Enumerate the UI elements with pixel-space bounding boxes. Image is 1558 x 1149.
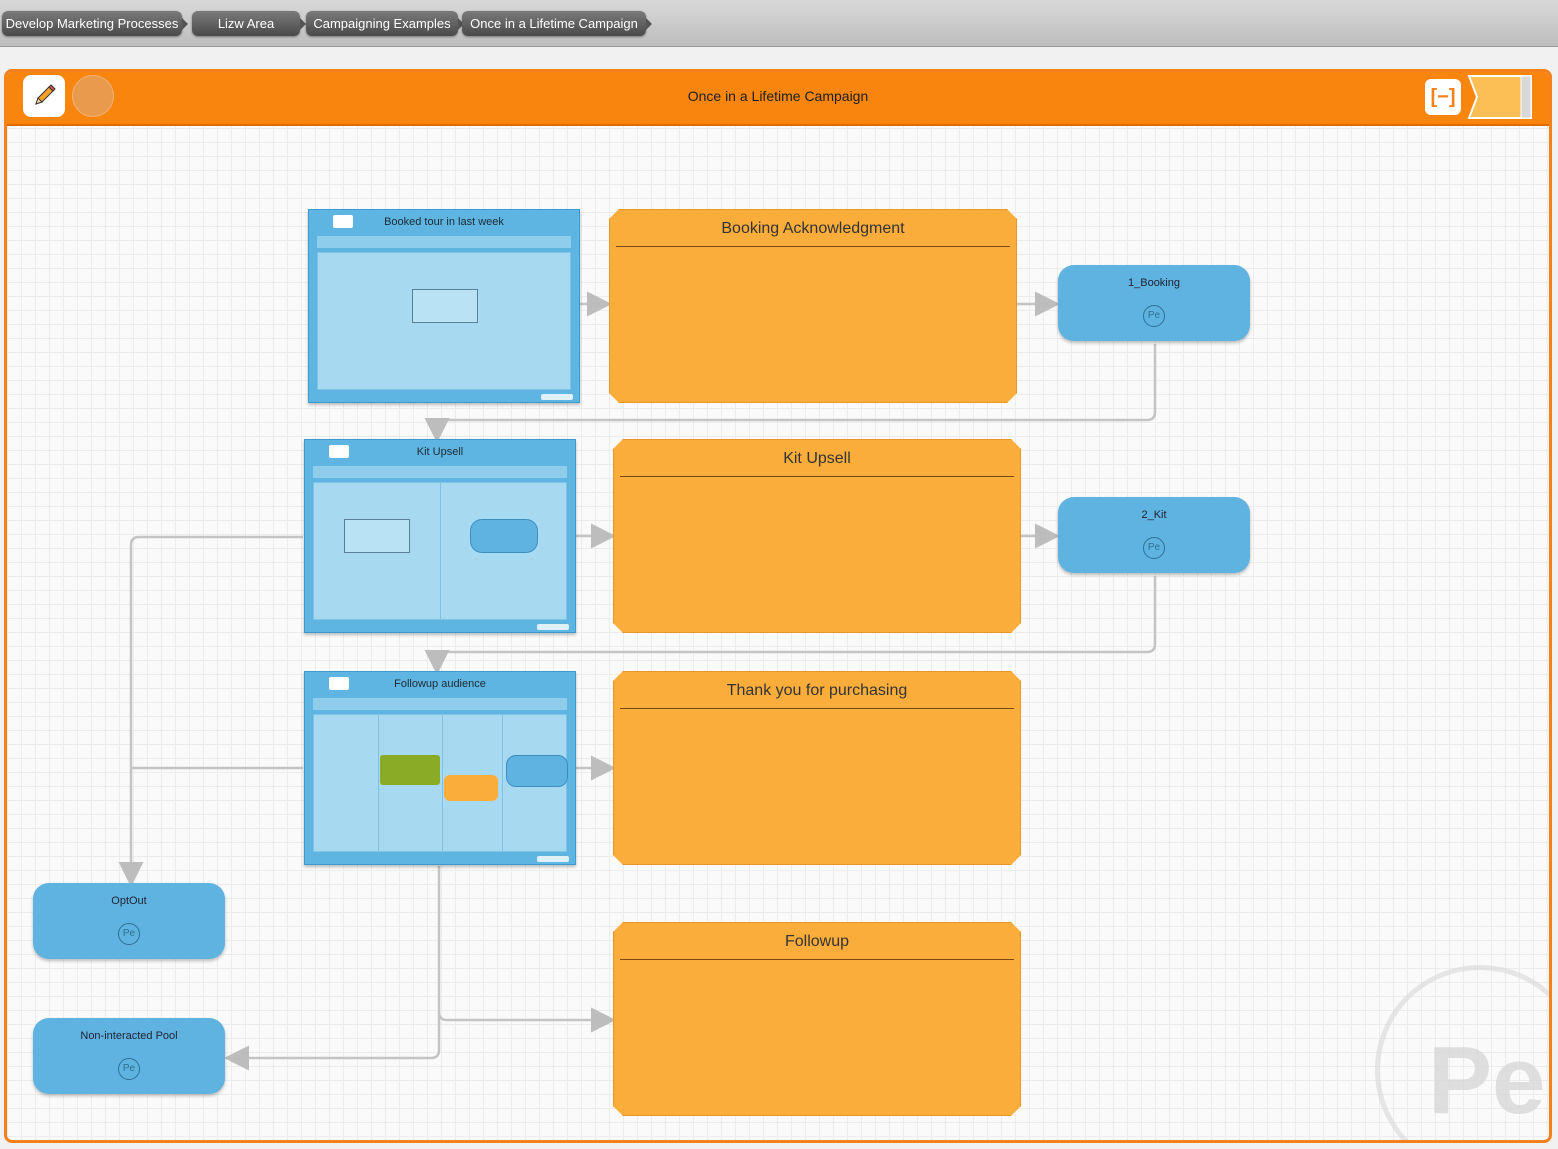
pool-node-kit[interactable]: 2_Kit Pe xyxy=(1058,497,1250,573)
panel-title: Kit Upsell xyxy=(416,446,464,458)
breadcrumb-item[interactable]: Develop Marketing Processes xyxy=(2,11,188,36)
panel-toolbar xyxy=(317,236,571,248)
pool-thumbnail xyxy=(506,755,568,787)
pe-icon: Pe xyxy=(1143,537,1165,559)
panel-content xyxy=(317,252,571,390)
panel-title: Followup audience xyxy=(394,678,486,690)
message-node-followup[interactable]: Followup xyxy=(613,922,1021,1116)
message-title: Thank you for purchasing xyxy=(620,682,1014,709)
panel-toolbar xyxy=(313,466,567,478)
breadcrumb-item[interactable]: Once in a Lifetime Campaign xyxy=(462,11,652,36)
panel-title: Booked tour in last week xyxy=(384,216,504,228)
pool-thumbnail xyxy=(470,519,538,553)
pool-title: 2_Kit xyxy=(1141,509,1167,521)
panel-footer xyxy=(541,394,573,400)
panel-column xyxy=(442,715,503,851)
breadcrumb-item[interactable]: Campaigning Examples xyxy=(306,11,464,36)
message-title: Booking Acknowledgment xyxy=(616,220,1010,247)
pool-title: OptOut xyxy=(111,895,147,907)
panel-content xyxy=(313,482,567,620)
pe-icon: Pe xyxy=(118,923,140,945)
segment-thumbnail xyxy=(344,519,410,553)
panel-footer xyxy=(537,856,569,862)
segment-thumbnail xyxy=(412,289,478,323)
message-title: Followup xyxy=(620,933,1014,960)
pool-node-non-interacted[interactable]: Non-interacted Pool Pe xyxy=(33,1018,225,1094)
breadcrumb-item[interactable]: Lizw Area xyxy=(192,11,306,36)
message-node-booking-ack[interactable]: Booking Acknowledgment xyxy=(609,209,1017,403)
segment-panel-followup[interactable]: Followup audience xyxy=(304,671,576,865)
campaign-canvas: Once in a Lifetime Campaign [−] Booked t… xyxy=(4,69,1552,1143)
green-block xyxy=(380,755,440,785)
pool-title: Non-interacted Pool xyxy=(80,1030,178,1042)
panel-column xyxy=(314,483,441,619)
breadcrumb: Develop Marketing Processes Lizw Area Ca… xyxy=(0,0,1558,47)
segment-panel-booked[interactable]: Booked tour in last week xyxy=(308,209,580,403)
pe-icon: Pe xyxy=(1143,305,1165,327)
pool-node-optout[interactable]: OptOut Pe xyxy=(33,883,225,959)
panel-content xyxy=(313,714,568,852)
panel-column xyxy=(378,715,443,851)
pool-node-booking[interactable]: 1_Booking Pe xyxy=(1058,265,1250,341)
orange-block xyxy=(444,775,498,801)
message-node-thank-you[interactable]: Thank you for purchasing xyxy=(613,671,1021,865)
panel-toolbar xyxy=(313,698,567,710)
segment-panel-kit[interactable]: Kit Upsell xyxy=(304,439,576,633)
message-title: Kit Upsell xyxy=(620,450,1014,477)
panel-column xyxy=(314,715,379,851)
pool-title: 1_Booking xyxy=(1128,277,1180,289)
message-node-kit-upsell[interactable]: Kit Upsell xyxy=(613,439,1021,633)
pe-icon: Pe xyxy=(118,1058,140,1080)
panel-footer xyxy=(537,624,569,630)
